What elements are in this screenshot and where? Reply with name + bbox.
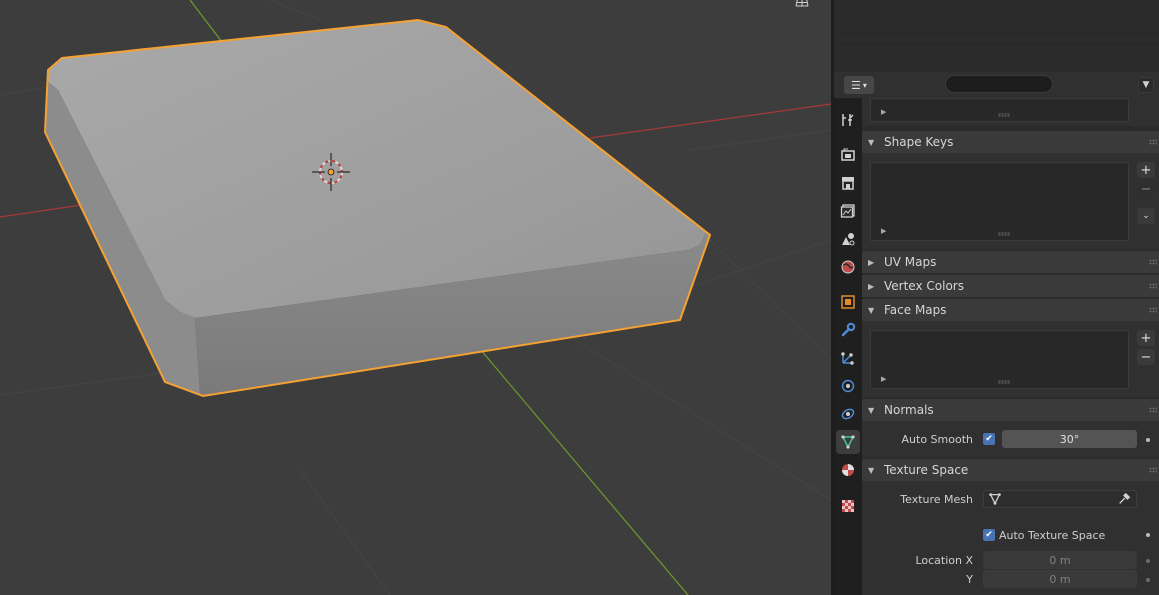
vertex-colors-panel-header[interactable]: ▶ Vertex Colors [862, 275, 1159, 297]
chevron-right-icon: ▶ [868, 281, 875, 291]
render-icon[interactable] [836, 143, 860, 167]
auto-smooth-angle-field[interactable]: 30° [1002, 430, 1137, 448]
auto-texture-space-label: Auto Texture Space [999, 529, 1106, 542]
animate-property-icon[interactable] [1146, 578, 1150, 582]
chevron-down-icon: ▼ [868, 405, 875, 415]
y-axis-line [189, 0, 223, 43]
animate-property-icon[interactable] [1146, 438, 1150, 442]
vertex-groups-body: ▶ [862, 98, 1159, 126]
search-input[interactable] [945, 75, 1053, 93]
3d-viewport[interactable] [0, 0, 831, 595]
remove-shape-key-button[interactable]: − [1137, 181, 1155, 197]
texture-space-panel-header[interactable]: ▼ Texture Space [862, 459, 1159, 481]
editor-type-icon: ☰ [851, 78, 861, 92]
scene-icon[interactable] [836, 227, 860, 251]
auto-smooth-checkbox[interactable]: ✔ [983, 433, 995, 445]
area-separator [834, 44, 1159, 45]
texture-icon[interactable] [836, 494, 860, 518]
normals-label: Normals [884, 403, 934, 417]
drag-grip-icon[interactable] [1149, 283, 1157, 289]
wrench-icon[interactable] [836, 318, 860, 342]
shape-keys-body: ▶ + − ⌄ [862, 153, 1159, 249]
filter-expand-icon[interactable]: ▶ [881, 108, 886, 116]
output-icon[interactable] [836, 171, 860, 195]
animate-property-icon[interactable] [1146, 559, 1150, 563]
properties-content[interactable]: ▶ ▼ Shape Keys ▶ + − ⌄ ▶ UV Maps ▶ Verte… [862, 98, 1159, 595]
world-icon[interactable] [836, 255, 860, 279]
animate-property-icon[interactable] [1146, 533, 1150, 537]
y-axis-line-front [457, 322, 689, 595]
add-shape-key-button[interactable]: + [1137, 162, 1155, 178]
location-x-field[interactable]: 0 m [983, 551, 1137, 569]
location-x-label: Location X [915, 554, 973, 567]
x-axis-line-right [589, 103, 831, 139]
viewport-scene[interactable] [0, 0, 831, 595]
vertex-groups-list[interactable]: ▶ [870, 98, 1129, 122]
chevron-down-icon: ▼ [868, 465, 875, 475]
chevron-down-icon: ⌄ [1142, 210, 1150, 221]
auto-smooth-label: Auto Smooth [901, 433, 973, 446]
texture-mesh-field[interactable] [983, 490, 1137, 508]
properties-editor: ☰▾ ⌕ ▼ [834, 0, 1159, 595]
chevron-down-icon[interactable]: ▼ [1138, 77, 1154, 93]
drag-grip-icon[interactable] [1149, 259, 1157, 265]
area-separator [834, 33, 1159, 34]
vertex-colors-label: Vertex Colors [884, 279, 964, 293]
uv-maps-label: UV Maps [884, 255, 937, 269]
filter-expand-icon[interactable]: ▶ [881, 227, 886, 235]
shape-keys-panel-header[interactable]: ▼ Shape Keys [862, 131, 1159, 153]
physics-icon[interactable] [836, 374, 860, 398]
list-resize-handle[interactable] [998, 113, 1010, 117]
drag-grip-icon[interactable] [1149, 307, 1157, 313]
location-y-field[interactable]: 0 m [983, 570, 1137, 588]
filter-expand-icon[interactable]: ▶ [881, 375, 886, 383]
normals-body: Auto Smooth ✔ 30° [862, 421, 1159, 457]
chevron-down-icon: ▼ [868, 137, 875, 147]
constraints-icon[interactable] [836, 402, 860, 426]
mesh-data-icon [989, 493, 1001, 505]
chevron-down-icon: ▾ [862, 80, 867, 90]
face-maps-label: Face Maps [884, 303, 947, 317]
material-icon[interactable] [836, 458, 860, 482]
view-layer-icon[interactable] [836, 199, 860, 223]
drag-grip-icon[interactable] [1149, 139, 1157, 145]
chevron-right-icon: ▶ [868, 257, 875, 267]
list-resize-handle[interactable] [998, 380, 1010, 384]
properties-header: ☰▾ ⌕ ▼ [834, 72, 1159, 98]
shape-keys-label: Shape Keys [884, 135, 954, 149]
object-icon[interactable] [836, 290, 860, 314]
texture-space-label: Texture Space [884, 463, 969, 477]
shape-key-specials-button[interactable]: ⌄ [1137, 208, 1155, 224]
properties-top-area [834, 0, 1159, 70]
list-resize-handle[interactable] [998, 232, 1010, 236]
face-maps-panel-header[interactable]: ▼ Face Maps [862, 299, 1159, 321]
add-face-map-button[interactable]: + [1137, 330, 1155, 346]
remove-face-map-button[interactable]: − [1137, 349, 1155, 365]
drag-grip-icon[interactable] [1149, 407, 1157, 413]
check-icon: ✔ [985, 530, 993, 540]
texture-mesh-label: Texture Mesh [900, 493, 973, 506]
check-icon: ✔ [985, 434, 993, 444]
editor-type-button[interactable]: ☰ ▾ [844, 76, 874, 94]
uv-maps-panel-header[interactable]: ▶ UV Maps [862, 251, 1159, 273]
mesh-data-icon[interactable] [836, 430, 860, 454]
mesh-object[interactable] [43, 18, 712, 398]
chevron-down-icon: ▼ [868, 305, 875, 315]
tool-icon[interactable] [836, 108, 860, 132]
properties-tabs [834, 98, 862, 595]
eyedropper-icon[interactable] [1117, 492, 1131, 506]
face-maps-list[interactable]: ▶ [870, 330, 1129, 389]
particles-icon[interactable] [836, 346, 860, 370]
normals-panel-header[interactable]: ▼ Normals [862, 399, 1159, 421]
location-y-label: Y [966, 573, 973, 586]
shape-keys-list[interactable]: ▶ [870, 162, 1129, 241]
auto-texture-space-checkbox[interactable]: ✔ [983, 529, 995, 541]
texture-space-body: Texture Mesh ✔ Auto Texture Space Locati… [862, 481, 1159, 595]
face-maps-body: ▶ + − [862, 321, 1159, 397]
drag-grip-icon[interactable] [1149, 467, 1157, 473]
